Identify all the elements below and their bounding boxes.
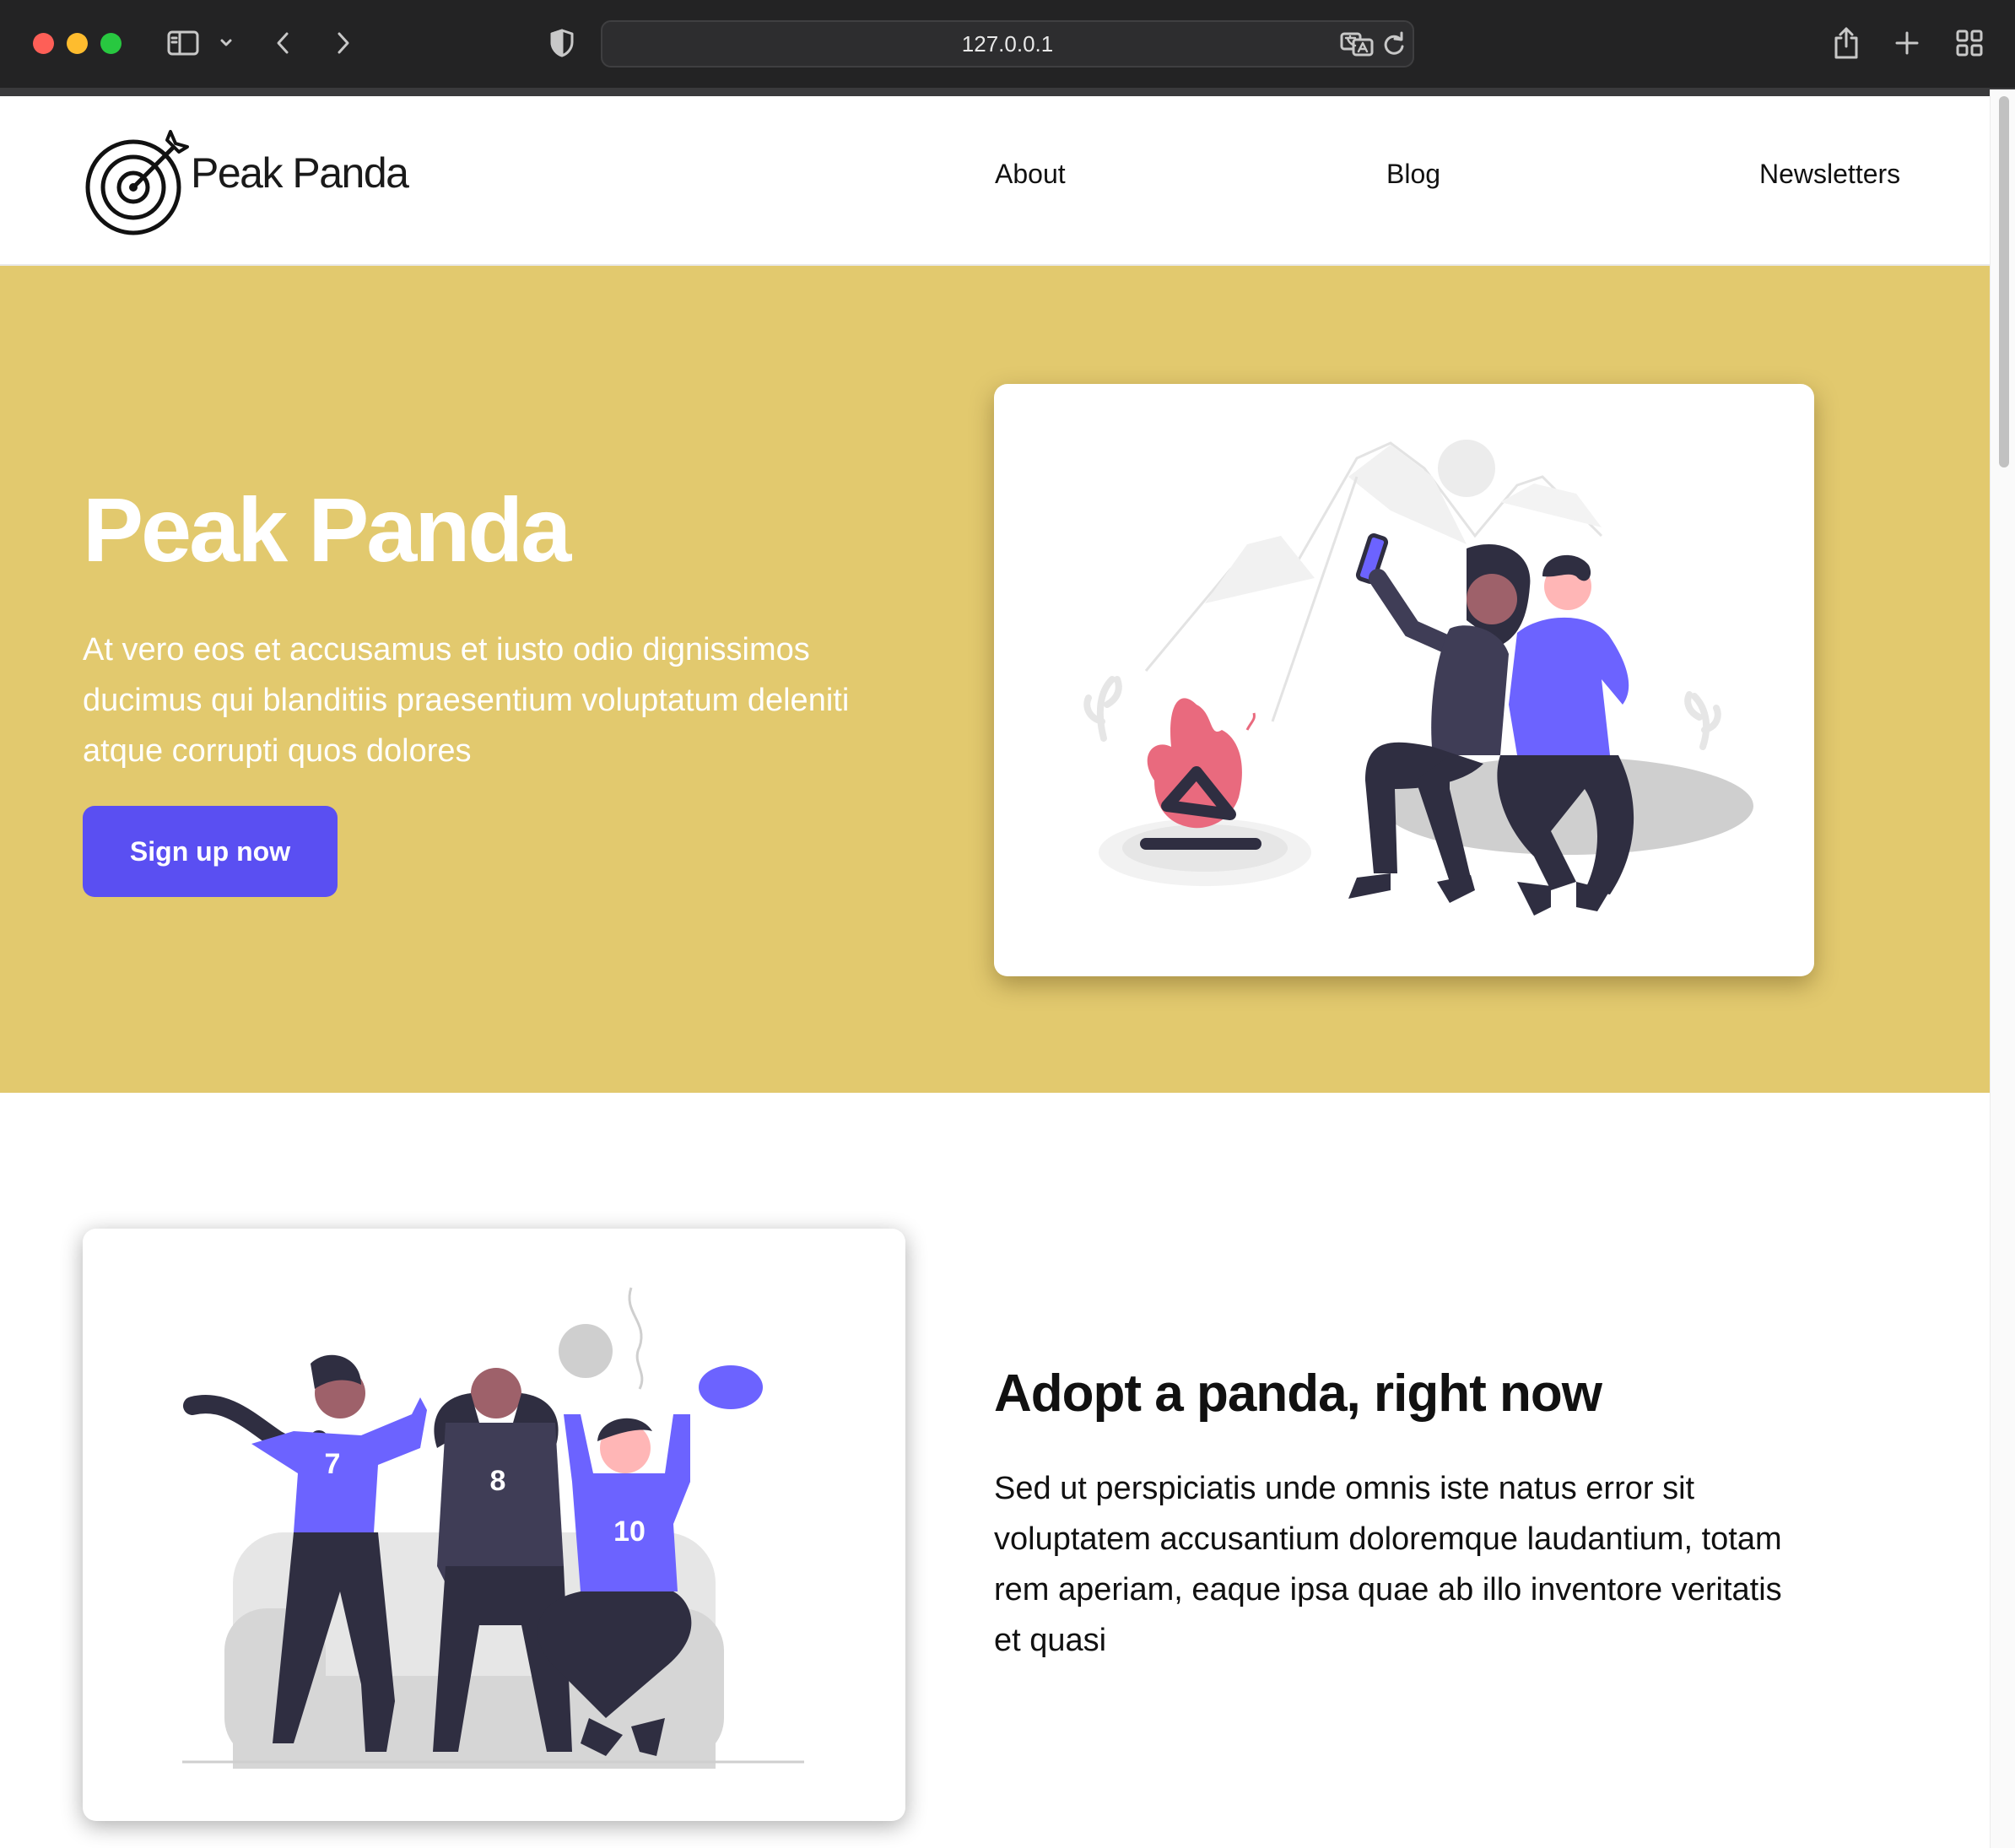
privacy-report-button[interactable]: [545, 24, 579, 62]
translate-button[interactable]: [1340, 22, 1374, 66]
reload-icon: [1384, 31, 1404, 55]
reload-button[interactable]: [1382, 22, 1406, 66]
toolbar-divider: [0, 88, 2015, 96]
chevron-left-icon: [277, 32, 289, 54]
translate-icon: [1340, 32, 1374, 57]
celebrating-friends-illustration: 7 8 10: [182, 1287, 804, 1769]
url-text: 127.0.0.1: [961, 30, 1054, 57]
share-button[interactable]: [1829, 24, 1863, 62]
shield-icon: [550, 29, 574, 57]
share-icon: [1834, 27, 1858, 59]
grid-icon: [1956, 30, 1983, 57]
tab-overview-button[interactable]: [1953, 24, 1986, 62]
site-header: Peak Panda About Blog Newsletters: [0, 96, 1990, 266]
target-with-arrow-icon[interactable]: [83, 128, 192, 238]
feature-illustration-card: 7 8 10: [83, 1229, 905, 1821]
brand-name[interactable]: Peak Panda: [191, 149, 409, 197]
jersey-number-7: 7: [325, 1448, 341, 1480]
feature-description: Sed ut perspiciatis unde omnis iste natu…: [994, 1471, 1782, 1658]
hero-illustration-card: [994, 384, 1814, 976]
close-window-button[interactable]: [33, 33, 54, 54]
forward-button[interactable]: [327, 24, 358, 62]
sidebar-toggle-button[interactable]: [164, 24, 203, 62]
sidebar-icon: [167, 30, 199, 56]
back-button[interactable]: [268, 24, 299, 62]
nav-about-link[interactable]: About: [995, 159, 1066, 190]
plus-icon: [1895, 31, 1919, 55]
zoom-window-button[interactable]: [100, 33, 122, 54]
hero-title: Peak Panda: [83, 478, 571, 581]
new-tab-button[interactable]: [1890, 24, 1924, 62]
feature-title: Adopt a panda, right now: [994, 1364, 1602, 1423]
jersey-number-10: 10: [613, 1516, 646, 1548]
nav-newsletters-link[interactable]: Newsletters: [1759, 159, 1900, 190]
web-page: Peak Panda About Blog Newsletters Peak P…: [0, 96, 1990, 1848]
hero-description: At vero eos et accusamus et iusto odio d…: [83, 632, 850, 769]
nav-blog-link[interactable]: Blog: [1386, 159, 1440, 190]
address-bar[interactable]: 127.0.0.1: [601, 20, 1414, 68]
chevron-down-icon: [220, 39, 232, 46]
sidebar-menu-button[interactable]: [216, 24, 236, 62]
browser-toolbar: 127.0.0.1: [0, 0, 2015, 89]
sign-up-button[interactable]: Sign up now: [83, 806, 338, 897]
minimize-window-button[interactable]: [67, 33, 88, 54]
scrollbar-thumb[interactable]: [1999, 96, 2009, 467]
page-scrollbar[interactable]: [1990, 89, 2015, 1848]
campfire-selfie-illustration: [1083, 440, 1753, 916]
hero-section: Peak Panda At vero eos et accusamus et i…: [0, 266, 1990, 1093]
jersey-number-8: 8: [490, 1465, 506, 1497]
chevron-right-icon: [338, 32, 349, 54]
